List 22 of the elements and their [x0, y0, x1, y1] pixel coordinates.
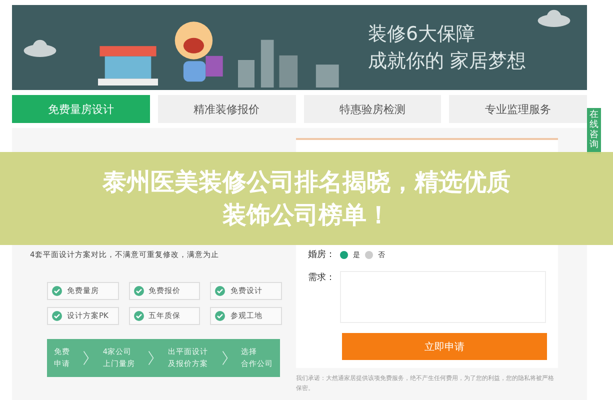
check-circle-icon [52, 310, 62, 320]
check-circle-icon [215, 286, 226, 296]
wedding-label: 婚房： [308, 248, 335, 261]
overlay-title: 泰州医美装修公司排名揭晓，精选优质 [102, 167, 510, 198]
check-circle-icon [52, 286, 62, 296]
tab[interactable]: 特惠验房检测 [304, 95, 442, 123]
cloud-icon [22, 38, 58, 56]
radio-button[interactable] [365, 250, 373, 258]
cloud-icon [536, 9, 572, 27]
tab[interactable]: 专业监理服务 [449, 95, 587, 123]
chevron-icon [222, 348, 228, 366]
chevron-icon [83, 348, 90, 366]
need-label: 需求： [308, 272, 335, 284]
tab[interactable]: 精准装修报价 [158, 95, 296, 123]
check-circle-icon [215, 310, 226, 320]
chevron-icon [148, 348, 154, 366]
check-circle-icon [134, 286, 144, 296]
banner-headline: 装修6大保障 [368, 22, 476, 47]
banner-subheadline: 成就你的 家居梦想 [368, 48, 526, 74]
check-circle-icon [134, 310, 144, 320]
overlay-title: 装饰公司榜单！ [222, 200, 390, 230]
radio-button[interactable] [340, 250, 348, 258]
